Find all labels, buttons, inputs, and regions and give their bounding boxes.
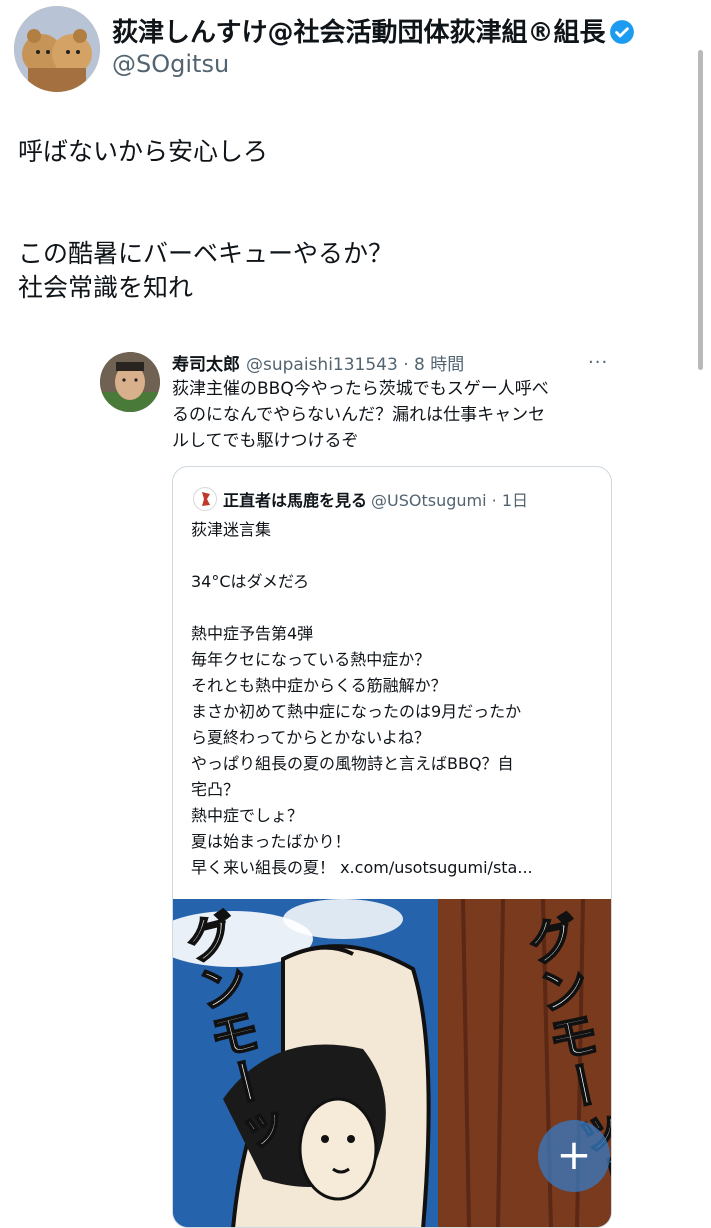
tweet-line: この酷暑にバーベキューやるか？ [18,239,394,268]
quote-line: ら夏終わってからとかないよね？ [191,728,430,747]
quote-avatar-icon [193,487,217,511]
scrollbar[interactable] [698,50,703,370]
tweet-line: 社会常識を知れ [18,273,194,302]
quote-line: 夏は始まったばかり！ [191,832,351,851]
quote-line: まさか初めて熱中症になったのは9月だったか [191,702,522,721]
quote-handle-time[interactable]: @USOtsugumi · 1日 [371,491,528,510]
quoted-tweet-card[interactable]: 正直者は馬鹿を見る @USOtsugumi · 1日 荻津迷言集 34°Cはダメだ… [172,466,612,1228]
verified-badge-icon [610,20,635,44]
quote-text: 荻津迷言集 34°Cはダメだろ 熱中症予告第4弾 毎年クセになっている熱中症か？… [191,517,601,881]
tweet-text: 呼ばないから安心しろ この酷暑にバーベキューやるか？ 社会常識を知れ [18,135,678,305]
reply-author-name[interactable]: 寿司太郎 [172,355,240,375]
author-handle[interactable]: @SOgitsu [112,50,229,78]
compose-plus-button[interactable]: + [538,1120,610,1192]
quote-header[interactable]: 正直者は馬鹿を見る @USOtsugumi · 1日 [193,487,528,511]
reply-avatar[interactable] [100,352,160,412]
reply-line: 荻津主催のBBQ今やったら茨城でもスゲー人呼べ [172,379,549,399]
quote-line: それとも熱中症からくる筋融解か？ [191,676,447,695]
quote-line: 毎年クセになっている熱中症か？ [191,650,431,669]
reply-line: るのになんでやらないんだ？漏れは仕事キャンセ [172,405,546,425]
reply-header[interactable]: 寿司太郎 @supaishi131543 · 8 時間 [172,350,464,375]
quote-line: 荻津迷言集 [191,520,272,539]
reply-line: ルしてでも駆けつけるぞ [172,431,359,451]
reply-text: 荻津主催のBBQ今やったら茨城でもスゲー人呼べ るのになんでやらないんだ？漏れは… [172,376,612,454]
author-name[interactable]: 荻津しんすけ@社会活動団体荻津組®組長 [112,12,635,49]
quote-line: やっぱり組長の夏の風物詩と言えばBBQ？自 [191,754,514,773]
author-avatar[interactable] [14,6,100,92]
tweet-line: 呼ばないから安心しろ [18,137,269,166]
reply-handle-time[interactable]: @supaishi131543 · 8 時間 [246,355,464,375]
quote-line: 熱中症でしょ？ [191,806,304,825]
quote-line: 熱中症予告第4弾 [191,624,314,643]
quote-line: 早く来い組長の夏！ x.com/usotsugumi/sta... [191,858,533,877]
quote-line: 34°Cはダメだろ [191,572,310,591]
quote-author-name[interactable]: 正直者は馬鹿を見る [223,491,367,510]
quote-line: 宅凸？ [191,780,240,799]
more-icon[interactable]: ··· [588,352,608,373]
